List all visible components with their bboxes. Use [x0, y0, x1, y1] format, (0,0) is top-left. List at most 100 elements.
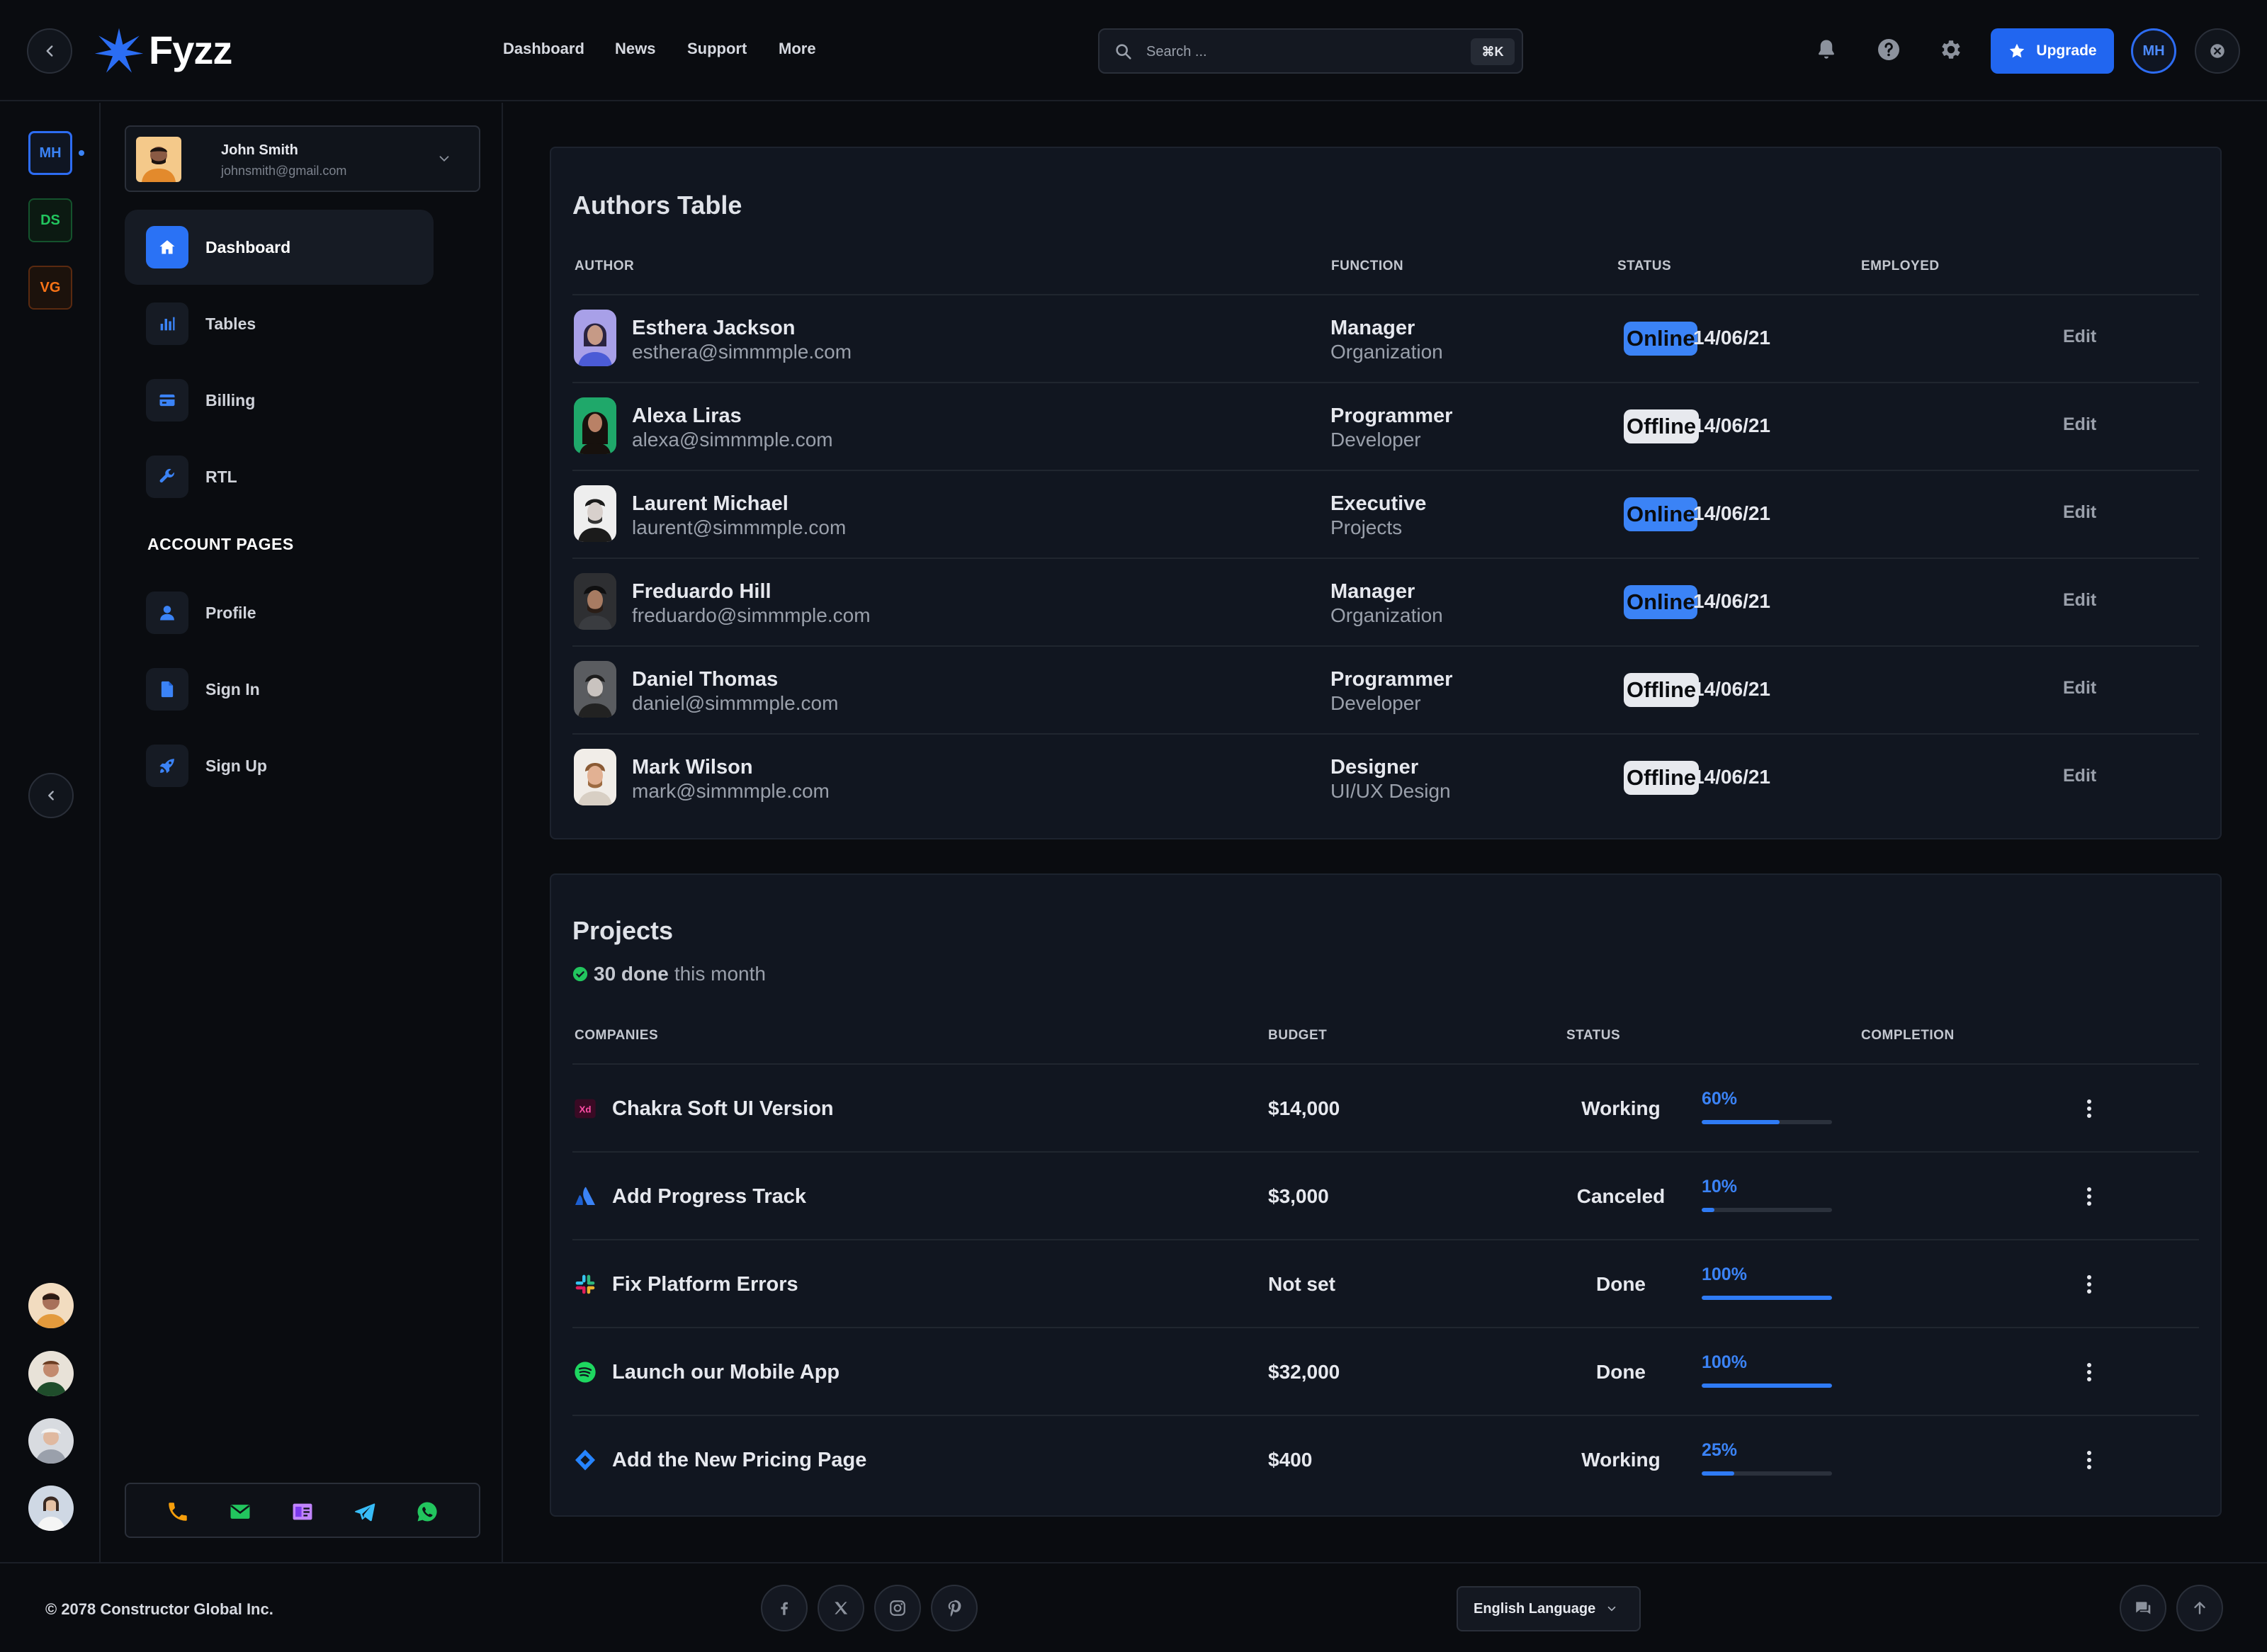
table-row: Add the New Pricing Page $400 Working 25…	[572, 1415, 2199, 1503]
nav-support[interactable]: Support	[687, 40, 747, 58]
whatsapp-icon[interactable]	[415, 1500, 439, 1524]
more-vertical-icon[interactable]	[2086, 1096, 2093, 1121]
sidebar-item-sign-up[interactable]: Sign Up	[125, 728, 434, 803]
search-input[interactable]	[1146, 41, 1430, 62]
projects-summary: 30 done this month	[572, 963, 766, 985]
edit-link[interactable]: Edit	[2063, 766, 2096, 786]
author-avatar	[574, 573, 616, 630]
x-button[interactable]	[818, 1585, 864, 1631]
sidebar-item-sign-in[interactable]: Sign In	[125, 652, 434, 727]
project-name: Chakra Soft UI Version	[612, 1097, 834, 1120]
progress-fill	[1702, 1208, 1715, 1212]
more-vertical-icon[interactable]	[2086, 1184, 2093, 1209]
check-circle-icon	[572, 966, 588, 982]
workspace-ds[interactable]: DS	[28, 198, 72, 242]
table-row: Esthera Jackson esthera@simmmple.com Man…	[572, 294, 2199, 382]
user-avatar[interactable]: MH	[2131, 28, 2176, 74]
progress-bar	[1702, 1384, 1832, 1388]
author-email: daniel@simmmple.com	[632, 692, 839, 714]
author-email: laurent@simmmple.com	[632, 516, 847, 538]
table-row: Launch our Mobile App $32,000 Done 100%	[572, 1327, 2199, 1415]
team-avatar[interactable]	[28, 1486, 74, 1531]
collapse-button[interactable]	[28, 773, 74, 818]
team-avatar[interactable]	[28, 1418, 74, 1464]
edit-link[interactable]: Edit	[2063, 590, 2096, 611]
edit-link[interactable]: Edit	[2063, 414, 2096, 435]
document-icon	[146, 668, 188, 711]
author-avatar	[574, 661, 616, 718]
author-email: mark@simmmple.com	[632, 780, 830, 802]
workspace-vg[interactable]: VG	[28, 266, 72, 310]
sidebar-item-tables[interactable]: Tables	[125, 286, 434, 361]
mail-icon[interactable]	[228, 1500, 252, 1524]
language-label: English Language	[1474, 1600, 1596, 1617]
top-bar: Fyzz Dashboard News Support More ⌘K Upgr…	[0, 0, 2267, 101]
author-email: alexa@simmmple.com	[632, 429, 833, 451]
projects-summary-text: this month	[674, 963, 766, 985]
back-button[interactable]	[27, 28, 72, 74]
telegram-icon[interactable]	[353, 1500, 377, 1524]
star-icon	[2010, 43, 2025, 58]
facebook-button[interactable]	[761, 1585, 808, 1631]
edit-link[interactable]: Edit	[2063, 327, 2096, 347]
author-role: Programmer	[1330, 404, 1453, 427]
team-avatar[interactable]	[28, 1351, 74, 1396]
sidebar-item-label: Sign In	[205, 680, 260, 698]
more-vertical-icon[interactable]	[2086, 1272, 2093, 1297]
projects-card: Projects 30 done this month COMPANIES BU…	[550, 873, 2222, 1517]
more-vertical-icon[interactable]	[2086, 1359, 2093, 1385]
progress-fill	[1702, 1120, 1780, 1124]
employed-date: 14/06/21	[1693, 590, 1770, 612]
chat-button[interactable]	[2120, 1585, 2166, 1631]
help-icon[interactable]	[1876, 37, 1901, 62]
sidebar-item-dashboard[interactable]: Dashboard	[125, 210, 434, 285]
project-budget: $400	[1268, 1449, 1313, 1471]
arrow-up-icon	[2194, 1602, 2205, 1614]
sidebar-item-label: Tables	[205, 315, 256, 333]
completion-label: 25%	[1702, 1440, 1738, 1460]
team-avatar[interactable]	[28, 1283, 74, 1328]
author-department: Developer	[1330, 692, 1421, 714]
upgrade-button[interactable]: Upgrade	[1991, 28, 2114, 74]
sidebar-item-profile[interactable]: Profile	[125, 575, 434, 650]
bell-icon[interactable]	[1814, 37, 1839, 62]
close-button[interactable]	[2195, 28, 2240, 74]
progress-bar	[1702, 1208, 1832, 1212]
progress-fill	[1702, 1296, 1832, 1300]
chevron-down-icon	[439, 156, 449, 162]
pinterest-button[interactable]	[931, 1585, 978, 1631]
nav-news[interactable]: News	[615, 40, 655, 58]
sidebar-item-billing[interactable]: Billing	[125, 363, 434, 438]
spotify-icon	[575, 1362, 596, 1383]
contact-card-icon[interactable]	[290, 1500, 315, 1524]
project-status: Canceled	[1576, 1185, 1666, 1207]
nav-dashboard[interactable]: Dashboard	[503, 40, 584, 58]
x-icon	[835, 1602, 848, 1614]
workspace-mh[interactable]: MH	[28, 131, 72, 175]
edit-link[interactable]: Edit	[2063, 678, 2096, 698]
search-box[interactable]: ⌘K	[1098, 28, 1523, 74]
sidebar-item-label: Dashboard	[205, 238, 291, 256]
author-avatar	[574, 749, 616, 805]
table-row: Xd Chakra Soft UI Version $14,000 Workin…	[572, 1063, 2199, 1151]
author-email: freduardo@simmmple.com	[632, 604, 871, 626]
table-row: Fix Platform Errors Not set Done 100%	[572, 1239, 2199, 1327]
chevron-left-icon	[46, 45, 53, 57]
language-select[interactable]: English Language	[1457, 1586, 1641, 1631]
workspace-rail: MH DS VG	[0, 103, 101, 1562]
project-name: Add the New Pricing Page	[612, 1449, 867, 1471]
brand-name[interactable]: Fyzz	[149, 27, 232, 73]
sidebar-item-rtl[interactable]: RTL	[125, 439, 434, 514]
instagram-button[interactable]	[874, 1585, 921, 1631]
scroll-top-button[interactable]	[2176, 1585, 2223, 1631]
author-department: Organization	[1330, 604, 1443, 626]
gear-icon[interactable]	[1938, 37, 1964, 62]
svg-text:Xd: Xd	[579, 1104, 591, 1114]
more-vertical-icon[interactable]	[2086, 1447, 2093, 1473]
footer: © 2078 Constructor Global Inc. English L…	[0, 1562, 2267, 1652]
profile-switcher[interactable]: John Smith johnsmith@gmail.com	[125, 125, 480, 192]
column-header: FUNCTION	[1331, 259, 1404, 273]
phone-icon[interactable]	[166, 1500, 190, 1524]
edit-link[interactable]: Edit	[2063, 502, 2096, 523]
nav-more[interactable]: More	[779, 40, 816, 58]
